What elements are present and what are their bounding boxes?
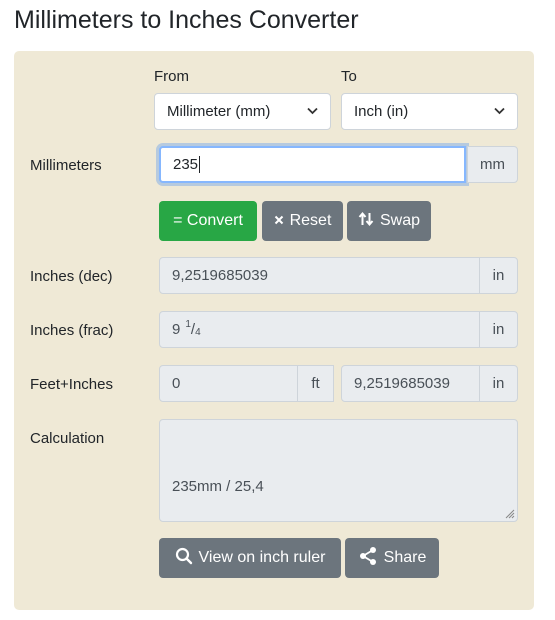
inches-dec-label: Inches (dec): [30, 268, 113, 285]
page-title: Millimeters to Inches Converter: [14, 6, 359, 34]
swap-arrows-icon: [358, 211, 374, 232]
feet-output: 0: [159, 365, 298, 402]
inches-frac-output: 9 1/4: [159, 311, 480, 348]
from-unit-select[interactable]: Millimeter (mm): [154, 93, 331, 130]
millimeters-input[interactable]: 235: [159, 146, 466, 183]
frac-numerator: 1: [185, 319, 191, 330]
swap-button-label: Swap: [379, 212, 421, 229]
convert-button-label: = Convert: [173, 212, 243, 229]
frac-whole: 9: [172, 321, 181, 338]
frac-denominator: 4: [195, 327, 201, 338]
feet-inches-label: Feet+Inches: [30, 376, 113, 393]
inches-dec-output: 9,2519685039: [159, 257, 480, 294]
share-button-label: Share: [383, 549, 427, 566]
chevron-down-icon: [307, 106, 318, 118]
view-on-ruler-label: View on inch ruler: [198, 549, 326, 566]
mm-unit-addon: mm: [467, 146, 518, 183]
from-unit-value: Millimeter (mm): [167, 103, 271, 120]
inches-remainder-unit: in: [479, 365, 518, 402]
share-button[interactable]: Share: [345, 538, 439, 578]
share-icon: [358, 546, 378, 571]
calculation-label: Calculation: [30, 430, 105, 447]
to-unit-value: Inch (in): [354, 103, 409, 120]
inches-frac-label: Inches (frac): [30, 322, 114, 339]
swap-button[interactable]: Swap: [347, 201, 431, 241]
to-unit-select[interactable]: Inch (in): [341, 93, 518, 130]
to-label: To: [341, 68, 357, 85]
millimeters-label: Millimeters: [30, 157, 102, 174]
convert-button[interactable]: = Convert: [159, 201, 257, 241]
calculation-textarea[interactable]: 235mm / 25,4 = 9,2519685039in: [159, 419, 518, 564]
calculation-line-1: 235mm / 25,4: [172, 478, 264, 495]
inches-dec-unit: in: [479, 257, 518, 294]
view-on-ruler-button[interactable]: View on inch ruler: [159, 538, 341, 578]
reset-button-label: Reset: [289, 212, 332, 229]
from-label: From: [154, 68, 189, 85]
inches-remainder-output: 9,2519685039: [341, 365, 480, 402]
feet-unit: ft: [297, 365, 334, 402]
resize-grip-icon[interactable]: [503, 507, 515, 519]
millimeters-input-value: 235: [173, 156, 199, 173]
reset-button[interactable]: Reset: [262, 201, 343, 241]
times-icon: [274, 212, 284, 230]
inches-frac-unit: in: [479, 311, 518, 348]
chevron-down-icon: [494, 106, 505, 118]
search-icon: [175, 547, 193, 570]
